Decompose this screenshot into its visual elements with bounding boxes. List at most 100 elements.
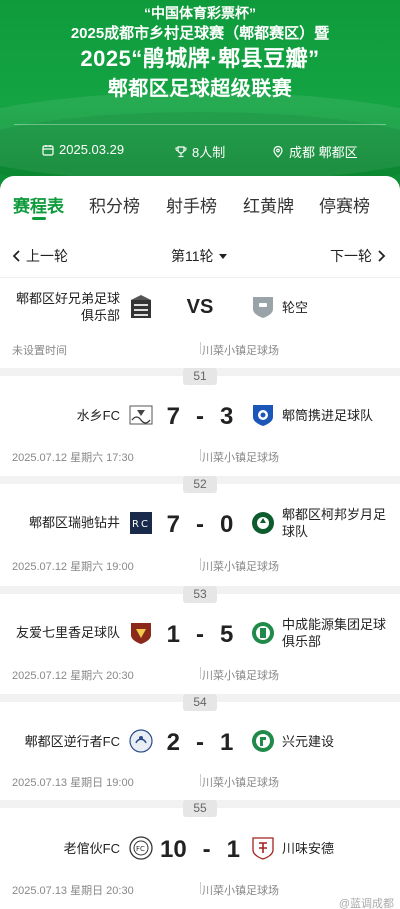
current-round-label: 第11轮: [171, 248, 214, 264]
match-number: 55: [183, 800, 217, 817]
home-team-name: 老倌伙FC: [63, 841, 120, 856]
away-score: 1: [226, 836, 241, 863]
caret-down-icon: [218, 254, 227, 259]
svg-text:FC: FC: [136, 845, 145, 853]
round-selector: 上一轮 第11轮 下一轮: [0, 240, 400, 278]
home-score: 7: [166, 511, 180, 538]
team-crest-icon: [252, 622, 274, 644]
score-dash: -: [196, 511, 204, 538]
match-card[interactable]: 51 水乡FC 7 - 3 郫筒携进足球队 2025.07.12 星期六 17:…: [0, 368, 400, 476]
divider: [200, 558, 201, 570]
away-score: 0: [220, 511, 234, 538]
home-team-name: 郫都区瑞驰钻井: [28, 515, 120, 530]
match-venue: 川菜小镇足球场: [202, 777, 279, 789]
location-pin-icon: [273, 145, 283, 158]
title-line-3: 2025“鹃城牌·郫县豆瓣”: [80, 46, 320, 71]
next-round-label: 下一轮: [330, 248, 372, 264]
divider: [200, 449, 201, 461]
match-time: 2025.07.12 星期六 20:30: [12, 670, 134, 682]
away-score: 5: [220, 621, 234, 648]
hero-banner: “中国体育彩票杯” 2025成都市乡村足球赛（郫都赛区）暨 2025“鹃城牌·郫…: [0, 0, 400, 190]
match-time: 2025.07.13 星期日 19:00: [12, 777, 134, 789]
divider: [200, 774, 201, 786]
active-tab-indicator: [32, 217, 46, 220]
prev-round-button[interactable]: 上一轮: [12, 246, 68, 266]
home-team-name: 郫都区好兄弟足球俱乐部: [15, 291, 120, 323]
away-score: 1: [220, 729, 234, 756]
tab-schedule[interactable]: 赛程表: [13, 192, 64, 217]
versus-label: VS: [186, 296, 214, 318]
away-score: 3: [220, 403, 234, 430]
divider: [200, 667, 201, 679]
scoreline: 2 - 1: [150, 729, 250, 757]
svg-text:C: C: [141, 519, 148, 530]
prev-round-label: 上一轮: [26, 248, 68, 264]
team-crest-icon: [253, 297, 273, 318]
divider: [14, 124, 386, 125]
match-venue: 川菜小镇足球场: [202, 561, 279, 573]
calendar-icon: [42, 144, 54, 156]
home-score: 1: [166, 621, 180, 648]
score-dash: -: [196, 621, 204, 648]
home-team-name: 友爱七里香足球队: [15, 625, 120, 640]
tab-cards[interactable]: 红黄牌: [243, 192, 294, 217]
watermark: @蓝调成都: [338, 898, 394, 909]
next-round-button[interactable]: 下一轮: [330, 246, 386, 266]
league-title: 郫都区足球超级联赛: [107, 78, 293, 100]
meta-format-text: 8人制: [192, 145, 226, 160]
tab-standings[interactable]: 积分榜: [89, 192, 140, 217]
match-number: 51: [183, 368, 217, 385]
scoreline: 1 - 5: [150, 621, 250, 649]
match-time: 2025.07.13 星期日 20:30: [12, 885, 134, 897]
away-team-name: 川味安德: [282, 841, 335, 856]
home-score: 10: [159, 836, 187, 863]
chevron-right-icon: [378, 250, 386, 262]
match-venue: 川菜小镇足球场: [202, 345, 279, 357]
round-dropdown[interactable]: 第11轮: [171, 246, 228, 266]
team-crest-icon: [252, 730, 274, 752]
home-score: 7: [166, 403, 180, 430]
away-team-name: 郫都区柯邦岁月足球队: [282, 507, 387, 539]
match-venue: 川菜小镇足球场: [202, 670, 279, 682]
trophy-icon: [175, 145, 187, 157]
match-card[interactable]: 53 友爱七里香足球队 1 - 5 中成能源集团足球俱乐部 2025.07.12…: [0, 586, 400, 694]
match-number: 54: [183, 694, 217, 711]
team-crest-icon: [252, 512, 274, 534]
scoreline: 7 - 3: [150, 403, 250, 431]
meta-date-text: 2025.03.29: [59, 142, 125, 157]
score-dash: -: [196, 729, 204, 756]
match-card[interactable]: 郫都区好兄弟足球俱乐部 VS 轮空 未设置时间 川菜小镇足球场: [0, 278, 400, 368]
match-card[interactable]: 55 老倌伙FC FC 10 - 1 川味安德 2025.07.13 星期日 2…: [0, 800, 400, 909]
svg-text:R: R: [132, 519, 139, 530]
scoreline: 7 - 0: [150, 511, 250, 539]
away-team-name: 中成能源集团足球俱乐部: [282, 617, 387, 649]
match-time: 2025.07.12 星期六 17:30: [12, 452, 134, 464]
match-time: 2025.07.12 星期六 19:00: [12, 561, 134, 573]
league-meta: 2025.03.29 8人制 成都 郫都区: [0, 139, 400, 161]
home-team-name: 郫都区逆行者FC: [24, 734, 120, 749]
tab-bar: 赛程表 积分榜 射手榜 红黄牌 停赛榜: [0, 176, 400, 232]
match-number: 53: [183, 586, 217, 603]
away-team-name: 郫筒携进足球队: [282, 408, 374, 423]
home-team-name: 水乡FC: [76, 408, 120, 423]
match-number: 52: [183, 476, 217, 493]
tab-scorers[interactable]: 射手榜: [166, 192, 217, 217]
title-line-2: 2025成都市乡村足球赛（郫都赛区）暨: [70, 25, 330, 42]
meta-date: 2025.03.29: [42, 142, 124, 157]
match-card[interactable]: 54 郫都区逆行者FC 2 - 1 兴元建设 2025.07.13 星期日 19…: [0, 694, 400, 800]
divider: [200, 342, 201, 354]
chevron-left-icon: [12, 250, 20, 262]
team-crest-icon: [252, 837, 274, 860]
match-venue: 川菜小镇足球场: [202, 885, 279, 897]
score-dash: -: [202, 836, 211, 863]
title-line-1: “中国体育彩票杯”: [144, 5, 256, 21]
meta-format: 8人制: [175, 142, 225, 161]
match-time: 未设置时间: [12, 345, 67, 357]
tab-suspensions[interactable]: 停赛榜: [319, 192, 370, 217]
scoreline: 10 - 1: [150, 836, 250, 864]
away-team-name: 兴元建设: [282, 734, 335, 749]
match-card[interactable]: 52 郫都区瑞驰钻井 RC 7 - 0 郫都区柯邦岁月足球队 2025.07.1…: [0, 476, 400, 586]
match-venue: 川菜小镇足球场: [202, 452, 279, 464]
meta-location-text: 成都 郫都区: [289, 145, 358, 160]
away-team-name: 轮空: [282, 300, 309, 315]
